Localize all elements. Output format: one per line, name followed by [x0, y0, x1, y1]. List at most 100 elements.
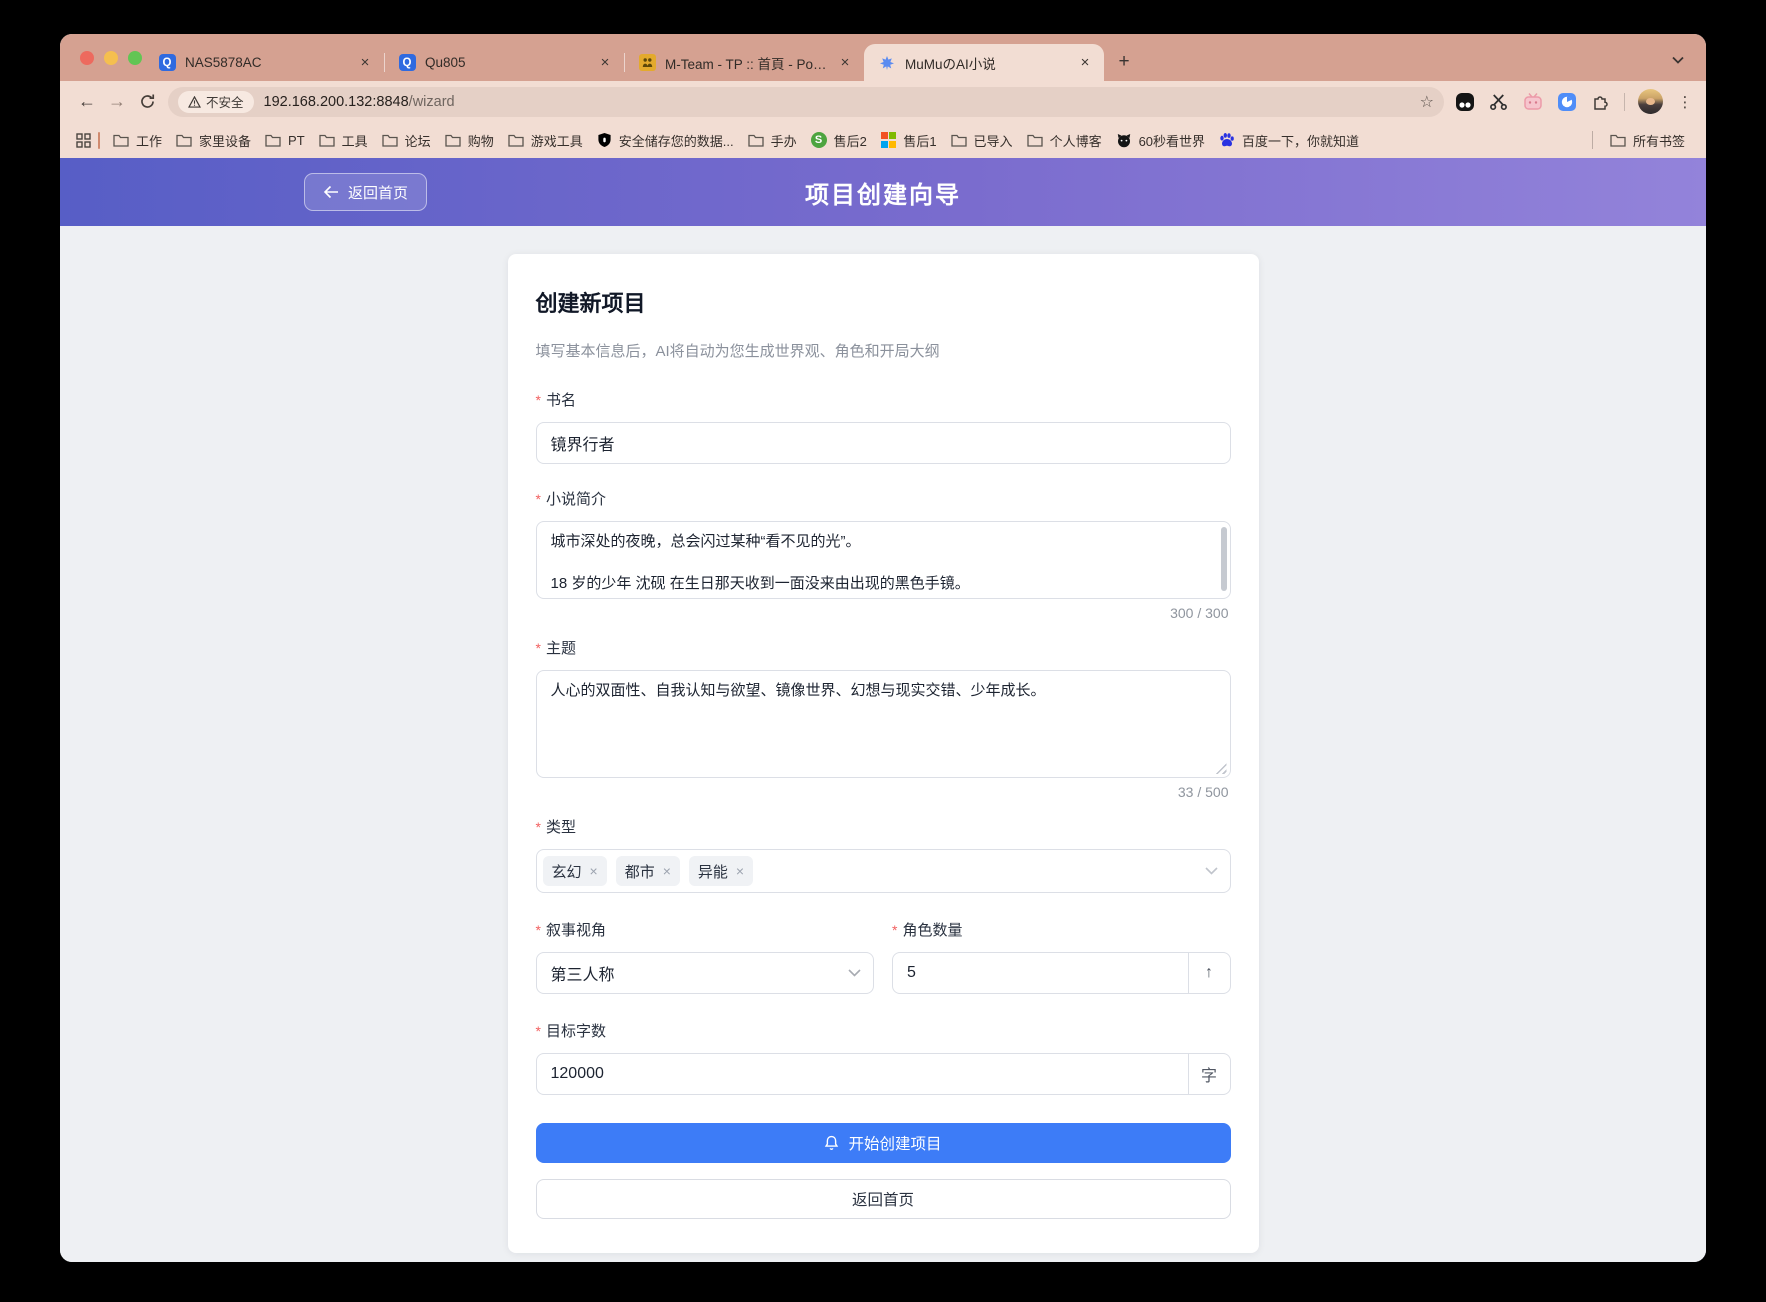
form-subtitle: 填写基本信息后，AI将自动为您生成世界观、角色和开局大纲	[536, 340, 1231, 361]
genre-tag: 玄幻×	[543, 856, 607, 886]
new-tab-button[interactable]: +	[1110, 48, 1138, 76]
required-mark: *	[536, 1023, 541, 1039]
book-name-label: *书名	[536, 389, 1231, 410]
minimize-window-button[interactable]	[104, 51, 118, 65]
pie-extension-icon[interactable]	[1556, 91, 1577, 112]
browser-window: Q NAS5878AC × Q Qu805 × M-Team - TP :: 首…	[60, 34, 1706, 1262]
reload-icon[interactable]	[132, 87, 162, 117]
unit-suffix: 字	[1188, 1054, 1230, 1094]
tab-search-button[interactable]	[1666, 48, 1690, 72]
tab-nas[interactable]: Q NAS5878AC ×	[144, 44, 384, 81]
textarea-scrollbar[interactable]	[1221, 527, 1227, 591]
chevron-down-icon	[848, 964, 861, 982]
tag-remove-icon[interactable]: ×	[590, 863, 598, 879]
bookmark-aftersale-1[interactable]: 售后1	[874, 128, 944, 153]
genre-multiselect[interactable]: 玄幻× 都市× 异能×	[536, 849, 1231, 893]
tab-mteam[interactable]: M-Team - TP :: 首頁 - Powere ×	[624, 44, 864, 81]
synopsis-textarea[interactable]: 城市深处的夜晚，总会闪过某种“看不见的光”。 18 岁的少年 沈砚 在生日那天收…	[536, 521, 1231, 599]
target-words-label: *目标字数	[536, 1020, 1231, 1041]
close-window-button[interactable]	[80, 51, 94, 65]
theme-label: *主题	[536, 637, 1231, 658]
stepper-up-icon[interactable]: ↑	[1188, 953, 1230, 993]
theme-textarea[interactable]: 人心的双面性、自我认知与欲望、镜像世界、幻想与现实交错、少年成长。	[536, 670, 1231, 778]
book-name-input[interactable]: 镜界行者	[536, 422, 1231, 464]
required-mark: *	[892, 922, 897, 938]
tag-remove-icon[interactable]: ×	[736, 863, 744, 879]
address-bar[interactable]: 不安全 192.168.200.132:8848/wizard ☆	[168, 87, 1444, 117]
back-home-label: 返回首页	[348, 182, 408, 203]
back-home-button[interactable]: 返回首页	[536, 1179, 1231, 1219]
folder-icon	[508, 134, 524, 147]
folder-icon	[445, 134, 461, 147]
genre-label: *类型	[536, 816, 1231, 837]
close-tab-icon[interactable]: ×	[356, 54, 374, 72]
bookmark-folder-figures[interactable]: 手办	[741, 128, 804, 153]
url-text: 192.168.200.132:8848/wizard	[264, 94, 455, 110]
folder-icon	[1610, 134, 1626, 147]
eyes-extension-icon[interactable]	[1454, 91, 1475, 112]
bookmark-folder-tools[interactable]: 工具	[312, 128, 375, 153]
form-title: 创建新项目	[536, 286, 1231, 318]
all-bookmarks[interactable]: 所有书签	[1592, 128, 1692, 153]
required-mark: *	[536, 392, 541, 408]
qnap-icon: Q	[398, 54, 416, 72]
synopsis-counter: 300 / 300	[536, 605, 1229, 621]
zoom-window-button[interactable]	[128, 51, 142, 65]
chrome-menu-icon[interactable]: ⋮	[1676, 93, 1694, 111]
tab-title: NAS5878AC	[185, 55, 347, 70]
bookmark-folder-shopping[interactable]: 购物	[438, 128, 501, 153]
pov-select[interactable]: 第三人称	[536, 952, 875, 994]
resize-grip-icon[interactable]	[1216, 763, 1227, 774]
folder-icon	[1027, 134, 1043, 147]
page-content: 返回首页 项目创建向导 创建新项目 填写基本信息后，AI将自动为您生成世界观、角…	[60, 158, 1706, 1262]
required-mark: *	[536, 922, 541, 938]
tab-title: M-Team - TP :: 首頁 - Powere	[665, 53, 827, 73]
bookmark-folder-forum[interactable]: 论坛	[375, 128, 438, 153]
scissors-extension-icon[interactable]	[1488, 91, 1509, 112]
shield-icon	[597, 132, 612, 148]
page-title: 项目创建向导	[805, 175, 961, 210]
bell-icon	[824, 1135, 839, 1151]
target-words-input[interactable]: 120000 字	[536, 1053, 1231, 1095]
genre-tag: 都市×	[616, 856, 680, 886]
theme-counter: 33 / 500	[536, 784, 1229, 800]
required-mark: *	[536, 819, 541, 835]
tag-remove-icon[interactable]: ×	[663, 863, 671, 879]
close-tab-icon[interactable]: ×	[836, 54, 854, 72]
bookmark-folder-blog[interactable]: 个人博客	[1020, 128, 1109, 153]
tab-qu805[interactable]: Q Qu805 ×	[384, 44, 624, 81]
tab-title: Qu805	[425, 55, 587, 70]
back-icon[interactable]: ←	[72, 87, 102, 117]
bookmark-aftersale-2[interactable]: S售后2	[804, 128, 874, 153]
tab-mumu-active[interactable]: MuMuのAI小说 ×	[864, 44, 1104, 81]
forward-icon[interactable]: →	[102, 87, 132, 117]
extensions-puzzle-icon[interactable]	[1590, 91, 1611, 112]
bookmark-folder-pt[interactable]: PT	[258, 130, 312, 151]
pov-charcount-row: *叙事视角 第三人称 *角色数量 5 ↑	[536, 919, 1231, 994]
chevron-down-icon	[1205, 862, 1218, 880]
bookmark-secure-storage[interactable]: 安全储存您的数据...	[590, 128, 741, 153]
security-chip[interactable]: 不安全	[178, 91, 254, 113]
security-label: 不安全	[206, 92, 244, 111]
bookmark-folder-home-devices[interactable]: 家里设备	[169, 128, 258, 153]
create-project-button[interactable]: 开始创建项目	[536, 1123, 1231, 1163]
bookmark-folder-work[interactable]: 工作	[106, 128, 169, 153]
bookmark-folder-game-tools[interactable]: 游戏工具	[501, 128, 590, 153]
close-tab-icon[interactable]: ×	[596, 54, 614, 72]
bookmarks-bar: 工作 家里设备 PT 工具 论坛 购物 游戏工具 安全储存您的数据... 手办 …	[60, 122, 1706, 158]
close-tab-icon[interactable]: ×	[1076, 54, 1094, 72]
bookmark-60s-world[interactable]: 60秒看世界	[1109, 128, 1212, 153]
tv-extension-icon[interactable]	[1522, 91, 1543, 112]
back-home-header-button[interactable]: 返回首页	[304, 173, 427, 211]
bookmark-star-icon[interactable]: ☆	[1420, 92, 1434, 112]
pov-label: *叙事视角	[536, 919, 875, 940]
char-count-input[interactable]: 5 ↑	[892, 952, 1231, 994]
bookmark-baidu[interactable]: 百度一下，你就知道	[1212, 128, 1366, 153]
browser-toolbar: ← → 不安全 192.168.200.132:8848/wizard ☆	[60, 81, 1706, 122]
char-count-label: *角色数量	[892, 919, 1231, 940]
bookmark-folder-imported[interactable]: 已导入	[944, 128, 1020, 153]
traffic-lights	[80, 51, 142, 65]
apps-grid-icon[interactable]	[74, 131, 92, 149]
profile-avatar[interactable]	[1638, 89, 1663, 114]
baidu-paw-icon	[1219, 132, 1235, 148]
